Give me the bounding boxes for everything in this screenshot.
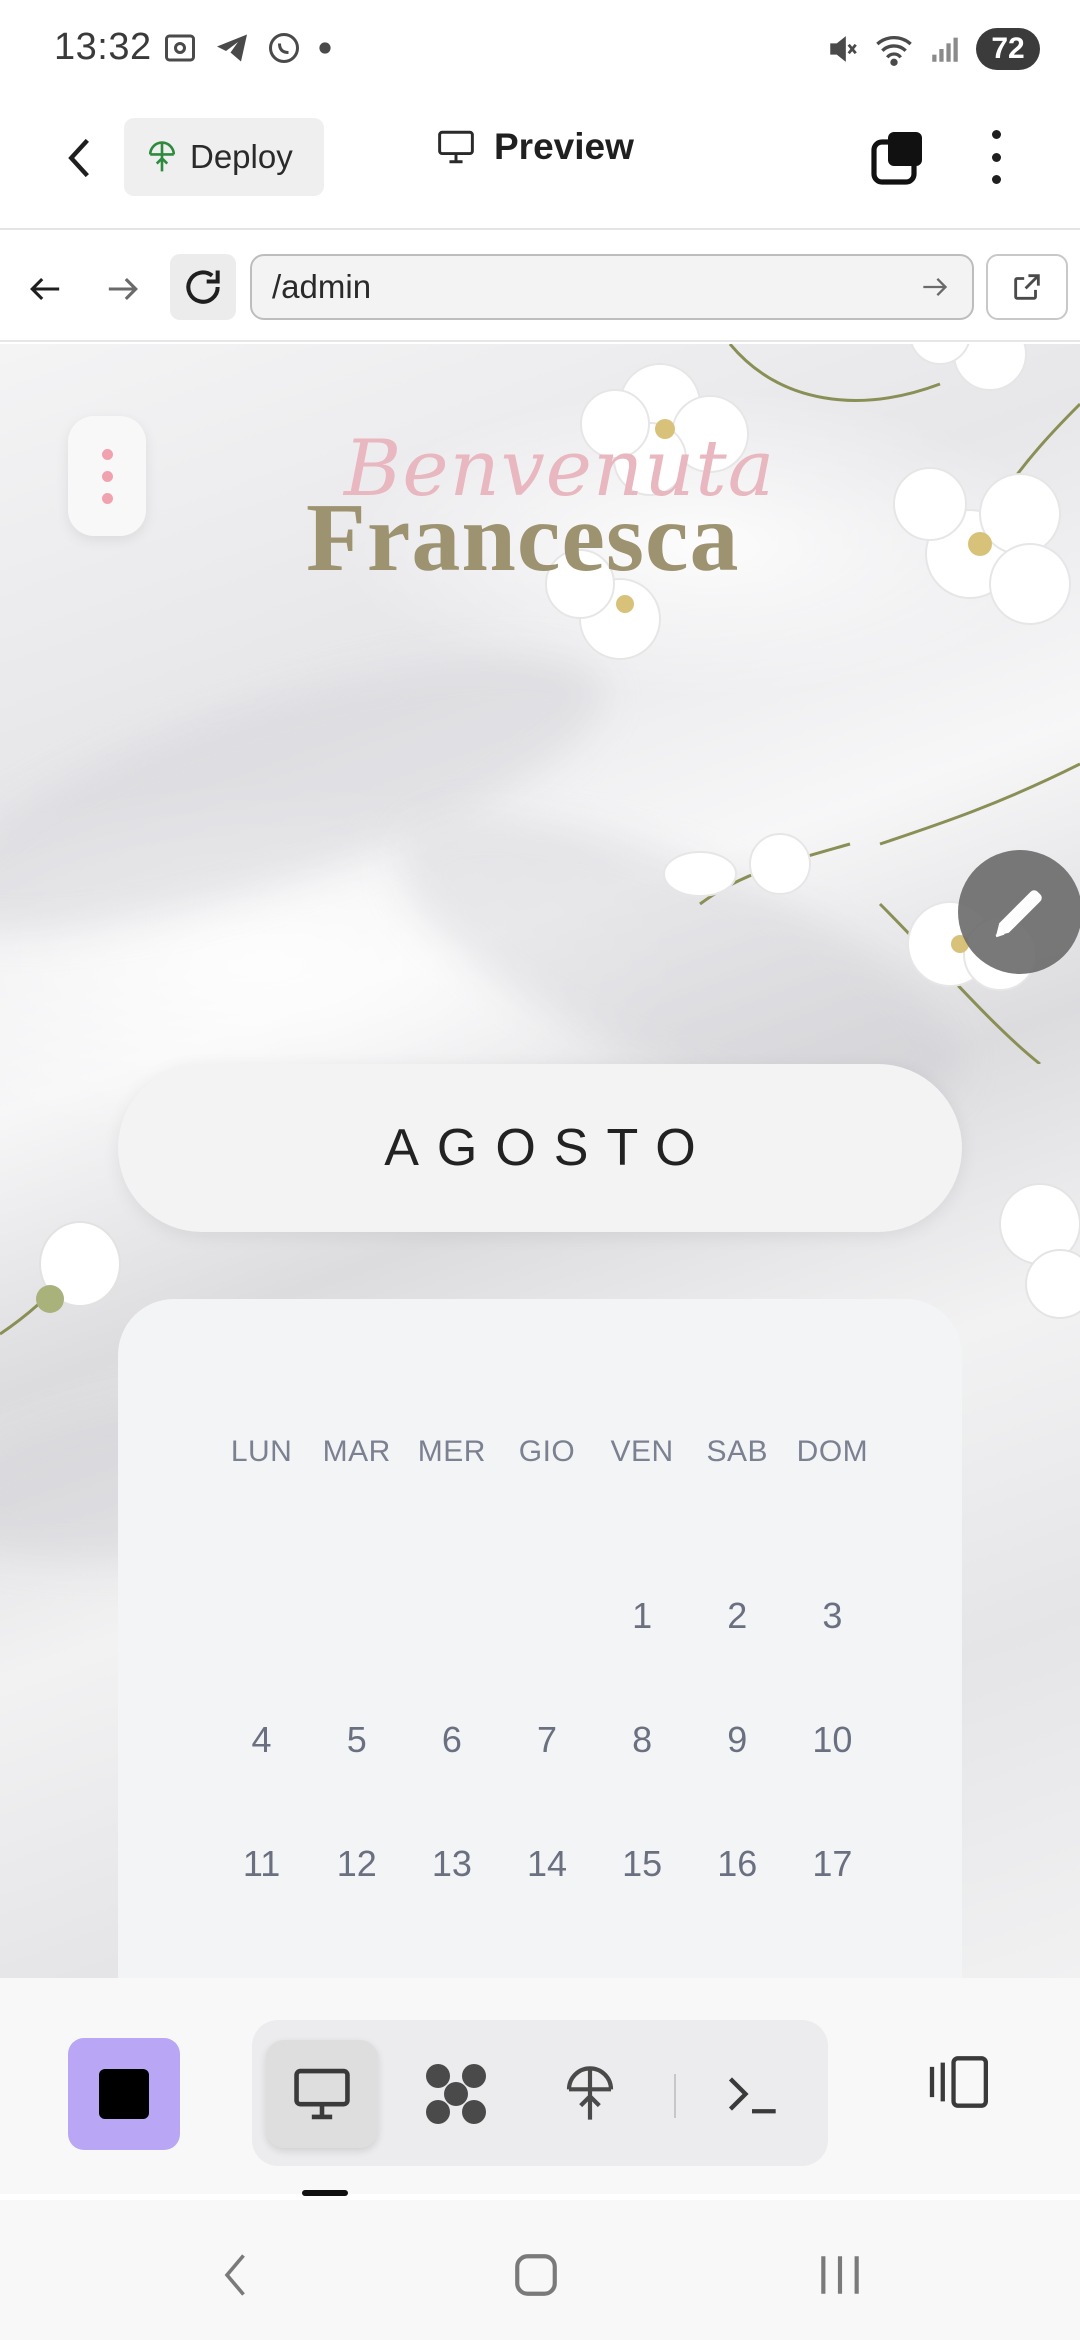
calendar-day[interactable]: 7 bbox=[499, 1719, 594, 1843]
tabs-icon bbox=[871, 132, 922, 185]
tool-deploy[interactable] bbox=[534, 2040, 646, 2148]
tool-group bbox=[252, 2020, 828, 2166]
weekday-label: MAR bbox=[322, 1435, 391, 1468]
tool-preview[interactable] bbox=[266, 2040, 378, 2148]
deploy-label: Deploy bbox=[190, 138, 293, 175]
greeting: Benvenuta Francesca bbox=[296, 424, 774, 604]
reload-button[interactable] bbox=[170, 254, 236, 320]
calendar-day-empty bbox=[309, 1595, 404, 1719]
url-input[interactable]: /admin bbox=[250, 254, 974, 320]
preview-viewport: Benvenuta Francesca AGOSTO LUN MAR MER G… bbox=[0, 344, 1080, 1978]
home-icon bbox=[515, 2254, 557, 2296]
calendar-day[interactable]: 2 bbox=[690, 1595, 785, 1719]
signal-icon bbox=[932, 37, 958, 62]
edit-button[interactable] bbox=[958, 850, 1080, 974]
url-go-button[interactable] bbox=[916, 268, 954, 306]
system-recents-button[interactable] bbox=[800, 2240, 880, 2310]
system-icons: 72 bbox=[826, 28, 1040, 70]
terminal-icon bbox=[728, 2077, 776, 2114]
external-link-icon bbox=[1014, 274, 1040, 300]
calendar-day[interactable]: 8 bbox=[595, 1719, 690, 1843]
calendar-day[interactable]: 6 bbox=[404, 1719, 499, 1843]
tool-shell[interactable] bbox=[696, 2040, 808, 2148]
month-label: AGOSTO bbox=[384, 1119, 714, 1177]
calendar-day[interactable]: 15 bbox=[595, 1843, 690, 1967]
weekday-label: DOM bbox=[796, 1435, 869, 1468]
system-home-button[interactable] bbox=[496, 2240, 576, 2310]
stop-button[interactable] bbox=[68, 2038, 180, 2150]
calendar-day[interactable]: 14 bbox=[499, 1843, 594, 1967]
calendar-day-empty bbox=[214, 1595, 309, 1719]
calendar-day[interactable]: 16 bbox=[690, 1843, 785, 1967]
bottom-toolbar bbox=[0, 1978, 1080, 2196]
weekday-label: VEN bbox=[610, 1435, 674, 1468]
system-back-button[interactable] bbox=[196, 2240, 276, 2310]
calendar-day[interactable]: 12 bbox=[309, 1843, 404, 1967]
layout-toggle-button[interactable] bbox=[920, 2042, 1000, 2122]
system-navigation bbox=[0, 2200, 1080, 2340]
monitor-icon bbox=[438, 130, 474, 164]
chevron-left-icon bbox=[68, 138, 89, 178]
weekday-header: LUN MAR MER GIO VEN SAB DOM bbox=[214, 1435, 880, 1469]
open-external-button[interactable] bbox=[986, 254, 1068, 320]
calendar-day[interactable]: 1 bbox=[595, 1595, 690, 1719]
stop-icon bbox=[99, 2069, 149, 2119]
more-options-button[interactable] bbox=[976, 124, 1016, 190]
status-time: 13:32 bbox=[54, 26, 152, 68]
tool-workflows[interactable] bbox=[400, 2040, 512, 2148]
weekday-label: SAB bbox=[706, 1435, 769, 1468]
side-menu-button[interactable] bbox=[68, 416, 146, 536]
status-bar: 13:32 72 bbox=[0, 0, 1080, 100]
deploy-button[interactable]: Deploy bbox=[124, 118, 324, 196]
screenshot-icon bbox=[165, 34, 195, 62]
preview-title: Preview bbox=[436, 126, 634, 168]
tool-divider bbox=[674, 2074, 676, 2118]
calendar-day[interactable]: 5 bbox=[309, 1719, 404, 1843]
url-text: /admin bbox=[272, 268, 372, 305]
app-header: Deploy Preview bbox=[0, 100, 1080, 230]
battery-badge: 72 bbox=[976, 28, 1040, 70]
dot-icon bbox=[319, 42, 331, 54]
calendar-day[interactable]: 4 bbox=[214, 1719, 309, 1843]
calendar-day[interactable]: 3 bbox=[785, 1595, 880, 1719]
calendar-day-empty bbox=[499, 1595, 594, 1719]
calendar-days: 1 2 3 4 5 6 7 8 9 10 11 12 13 14 15 16 1… bbox=[214, 1595, 880, 1967]
calendar: LUN MAR MER GIO VEN SAB DOM 1 2 3 4 5 6 … bbox=[118, 1299, 962, 1978]
arrow-left-icon bbox=[30, 277, 60, 301]
tabs-button[interactable] bbox=[868, 128, 928, 188]
calendar-day-empty bbox=[404, 1595, 499, 1719]
arrow-right-icon bbox=[108, 277, 138, 301]
calendar-day[interactable]: 9 bbox=[690, 1719, 785, 1843]
back-button[interactable] bbox=[50, 128, 110, 188]
telegram-icon bbox=[217, 34, 247, 62]
mute-icon bbox=[830, 36, 857, 62]
whatsapp-icon bbox=[269, 33, 299, 63]
recents-icon bbox=[821, 2256, 859, 2294]
browser-back-button[interactable] bbox=[18, 262, 72, 316]
weekday-label: LUN bbox=[230, 1435, 293, 1468]
weekday-label: MER bbox=[417, 1435, 486, 1468]
calendar-day[interactable]: 11 bbox=[214, 1843, 309, 1967]
split-view-icon bbox=[929, 2056, 988, 2108]
notification-icons bbox=[162, 30, 332, 66]
month-selector[interactable]: AGOSTO bbox=[118, 1064, 962, 1232]
calendar-day[interactable]: 13 bbox=[404, 1843, 499, 1967]
monitor-icon bbox=[294, 2068, 350, 2120]
puzzle-icon bbox=[426, 2064, 486, 2124]
browser-bar: /admin bbox=[0, 232, 1080, 342]
wifi-icon bbox=[876, 36, 912, 66]
calendar-day[interactable]: 10 bbox=[785, 1719, 880, 1843]
chevron-left-icon bbox=[224, 2254, 245, 2296]
calendar-day[interactable]: 17 bbox=[785, 1843, 880, 1967]
deploy-icon bbox=[566, 2066, 614, 2120]
preview-title-text: Preview bbox=[494, 126, 634, 167]
greeting-subtitle: Benvenuta bbox=[344, 424, 776, 514]
browser-forward-button[interactable] bbox=[96, 262, 150, 316]
deploy-icon bbox=[148, 141, 176, 172]
pencil-icon bbox=[995, 890, 1042, 938]
arrow-right-icon bbox=[923, 278, 948, 296]
active-tab-indicator bbox=[302, 2190, 348, 2196]
weekday-label: GIO bbox=[518, 1435, 576, 1468]
reload-icon bbox=[186, 270, 220, 304]
